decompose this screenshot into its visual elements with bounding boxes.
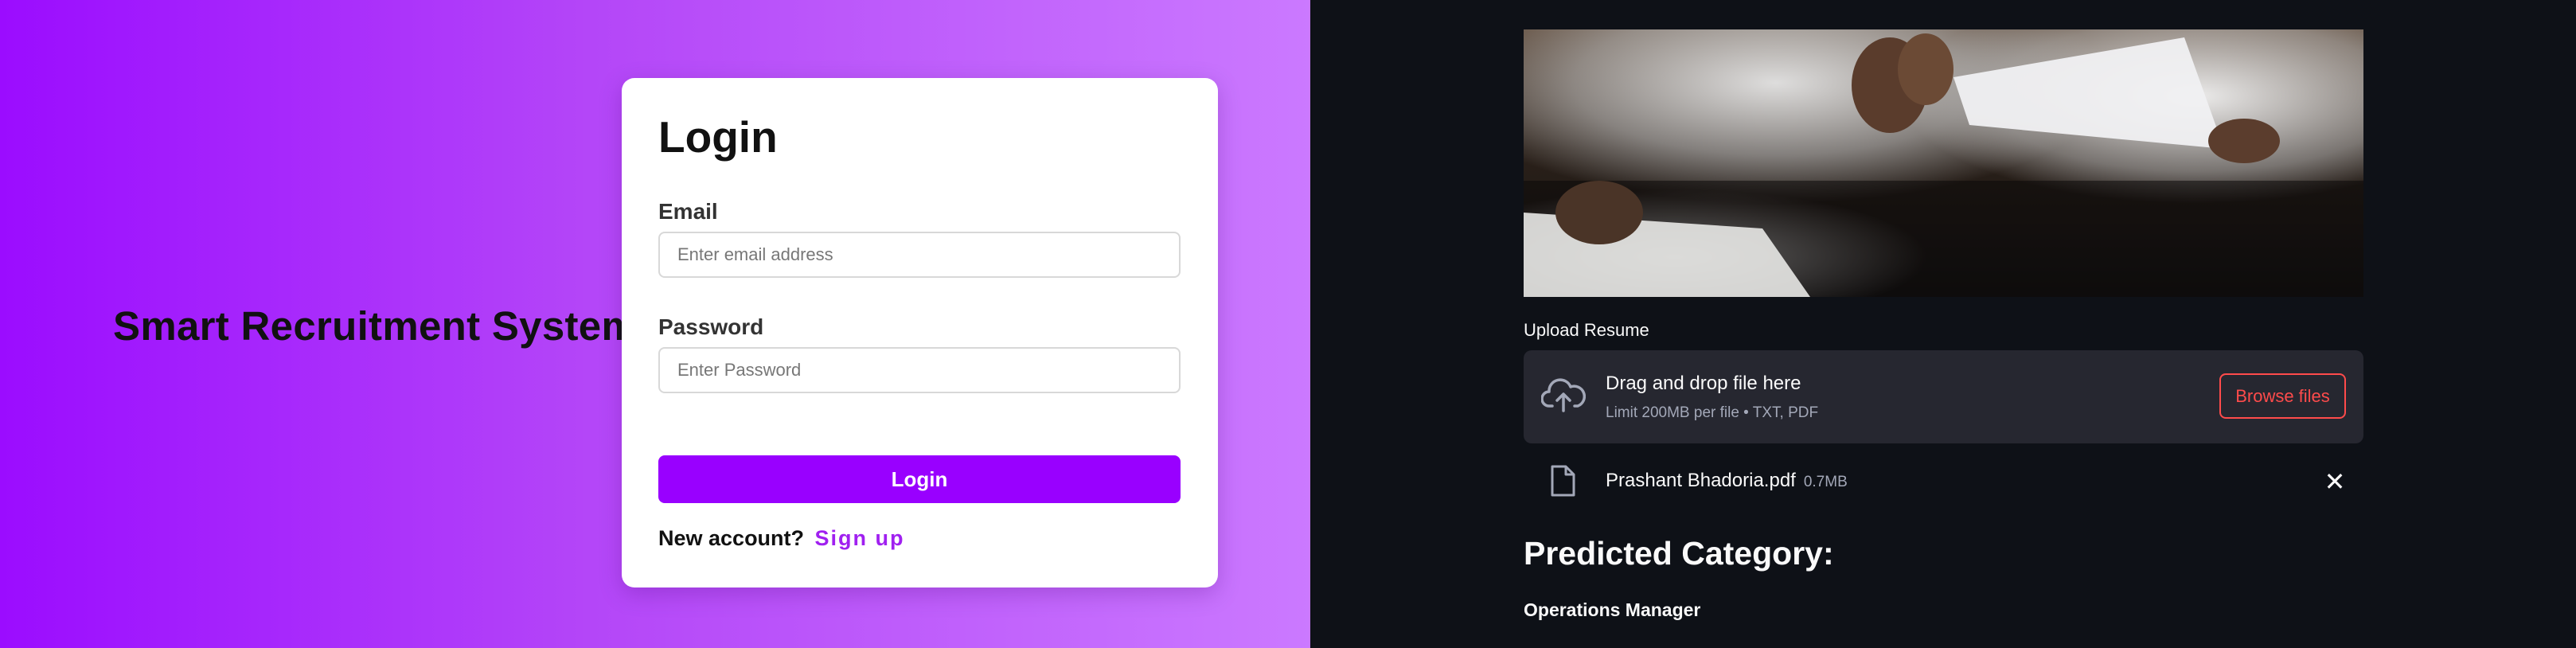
file-dropzone[interactable]: Drag and drop file here Limit 200MB per … <box>1524 350 2363 443</box>
signup-link[interactable]: Sign up <box>815 526 905 550</box>
predicted-category-value: Operations Manager <box>1524 599 1701 620</box>
login-card: Login Email Password Login New account? … <box>622 78 1218 587</box>
email-label: Email <box>658 199 718 224</box>
uploaded-file-row: Prashant Bhadoria.pdf 0.7MB ✕ <box>1524 460 2363 502</box>
password-label: Password <box>658 314 764 339</box>
resume-panel: Upload Resume Drag and drop file here Li… <box>1310 0 2576 648</box>
signup-row: New account? Sign up <box>658 526 905 551</box>
upload-resume-label: Upload Resume <box>1524 320 1649 340</box>
login-heading: Login <box>658 112 778 162</box>
dropzone-title: Drag and drop file here <box>1606 373 1801 394</box>
login-panel: Smart Recruitment System Login Email Pas… <box>0 0 1310 648</box>
file-name: Prashant Bhadoria.pdf 0.7MB <box>1606 470 1848 492</box>
new-account-text: New account? <box>658 526 805 550</box>
file-size: 0.7MB <box>1803 474 1848 490</box>
close-icon[interactable]: ✕ <box>2321 468 2348 495</box>
file-name-text: Prashant Bhadoria.pdf <box>1606 470 1796 491</box>
photo-illustration <box>1524 33 2363 297</box>
password-input[interactable] <box>658 347 1181 393</box>
browse-files-button[interactable]: Browse files <box>2219 373 2346 419</box>
dropzone-limit: Limit 200MB per file • TXT, PDF <box>1606 404 1819 421</box>
email-input[interactable] <box>658 232 1181 278</box>
handshake-photo <box>1524 29 2363 297</box>
login-button[interactable]: Login <box>658 455 1181 503</box>
predicted-category-heading: Predicted Category: <box>1524 535 1834 572</box>
app-title: Smart Recruitment System <box>113 303 638 349</box>
